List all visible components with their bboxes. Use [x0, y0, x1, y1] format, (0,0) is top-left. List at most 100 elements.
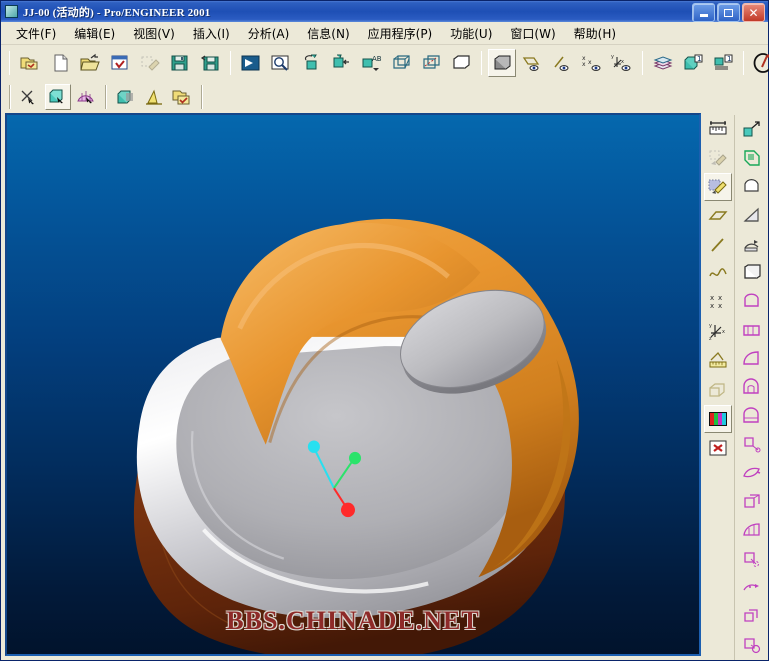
save-copy-icon[interactable] — [196, 49, 224, 77]
model-group: 1 1 — [648, 45, 738, 81]
toolbar-separator — [9, 51, 10, 75]
shading-icon[interactable] — [488, 49, 516, 77]
toolbar-separator — [230, 51, 231, 75]
protrusion-icon[interactable] — [738, 258, 766, 286]
menu-bar: 文件(F) 编辑(E) 视图(V) 插入(I) 分析(A) 信息(N) 应用程序… — [1, 22, 768, 45]
svg-text:x: x — [710, 294, 714, 302]
surface-flat-icon[interactable] — [738, 459, 766, 487]
menu-info[interactable]: 信息(N) — [298, 23, 358, 44]
datum-plane-icon[interactable] — [387, 49, 415, 77]
select-items-icon[interactable] — [17, 84, 43, 110]
view-group: AB — [236, 45, 476, 81]
select-geometry-icon[interactable] — [45, 84, 71, 110]
toolbar-separator — [201, 85, 203, 109]
folder-check-icon[interactable] — [169, 84, 195, 110]
measure-analysis-icon[interactable] — [704, 347, 732, 375]
datum-axis-icon[interactable] — [417, 49, 445, 77]
maximize-button[interactable] — [717, 3, 740, 22]
minimize-button[interactable] — [692, 3, 715, 22]
svg-text:y: y — [709, 323, 712, 329]
point-display-icon[interactable]: x x x — [578, 49, 606, 77]
select-group — [16, 81, 100, 113]
no-hidden-icon[interactable] — [447, 49, 475, 77]
surface-revolve-icon[interactable] — [738, 488, 766, 516]
saved-view-icon[interactable] — [327, 49, 355, 77]
toolbar-separator — [481, 51, 482, 75]
open-workdir-icon[interactable] — [16, 49, 44, 77]
window-controls: ✕ — [692, 3, 765, 22]
shell-icon[interactable] — [738, 345, 766, 373]
svg-text:y: y — [611, 54, 614, 60]
menu-file[interactable]: 文件(F) — [7, 23, 65, 44]
right-toolbars: x x x x y z x — [701, 113, 768, 660]
datum-csys-icon[interactable]: y z x — [704, 318, 732, 346]
menu-help[interactable]: 帮助(H) — [565, 23, 625, 44]
svg-text:1: 1 — [727, 55, 731, 63]
sweep-icon[interactable] — [738, 201, 766, 229]
simplified-rep-icon[interactable]: 1 — [679, 49, 707, 77]
measure-ruler-icon[interactable] — [704, 115, 732, 143]
repaint-icon[interactable] — [237, 49, 265, 77]
zoom-in-icon[interactable] — [267, 49, 295, 77]
datum-line-icon[interactable] — [704, 231, 732, 259]
axis-display-icon[interactable] — [548, 49, 576, 77]
menu-applications[interactable]: 应用程序(P) — [359, 23, 442, 44]
svg-text:x: x — [588, 59, 592, 66]
surface-blend-icon[interactable] — [738, 517, 766, 545]
title-bar: JJ-00 (活动的) - Pro/ENGINEER 2001 ✕ — [1, 1, 768, 22]
csys-display-icon[interactable]: y x — [608, 49, 636, 77]
menu-view[interactable]: 视图(V) — [124, 23, 184, 44]
annotate-pen-icon[interactable] — [750, 49, 769, 77]
svg-text:x: x — [621, 59, 624, 65]
revolve-icon[interactable] — [738, 172, 766, 200]
extrude-icon[interactable] — [738, 115, 766, 143]
document-icon — [5, 5, 18, 18]
surface-trim-icon[interactable] — [738, 545, 766, 573]
surface-extrude-icon[interactable] — [738, 431, 766, 459]
feature-group — [112, 81, 196, 113]
highlight-pen-icon[interactable] — [703, 173, 732, 201]
save-icon[interactable] — [166, 49, 194, 77]
datum-plane-create-icon[interactable] — [704, 202, 732, 230]
delete-red-x-icon[interactable] — [704, 434, 732, 462]
eraser-icon[interactable] — [704, 144, 732, 172]
open-file-icon[interactable] — [76, 49, 104, 77]
cut-feature-icon[interactable] — [738, 287, 766, 315]
new-file-icon[interactable] — [46, 49, 74, 77]
erase-icon[interactable] — [136, 49, 164, 77]
model-tree-icon[interactable]: 1 — [709, 49, 737, 77]
blend-icon[interactable] — [738, 230, 766, 258]
hole-icon[interactable] — [738, 316, 766, 344]
datum-point-icon[interactable]: x x x x — [704, 289, 732, 317]
svg-text:x: x — [710, 302, 714, 310]
file-group — [15, 45, 225, 81]
shaded-solid-icon[interactable] — [113, 84, 139, 110]
close-button[interactable]: ✕ — [742, 3, 765, 22]
reorient-icon[interactable] — [297, 49, 325, 77]
graphics-window[interactable]: BBS.CHINADE.NET — [5, 113, 701, 656]
menu-utilities[interactable]: 功能(U) — [441, 23, 501, 44]
svg-text:x: x — [718, 302, 722, 310]
select-surface-icon[interactable] — [73, 84, 99, 110]
round-icon[interactable] — [738, 373, 766, 401]
svg-text:1: 1 — [697, 55, 701, 63]
plane-display-icon[interactable] — [518, 49, 546, 77]
menu-insert[interactable]: 插入(I) — [184, 23, 239, 44]
menu-analysis[interactable]: 分析(A) — [239, 23, 299, 44]
named-view-ab-icon[interactable]: AB — [357, 49, 385, 77]
surface-offset-icon[interactable] — [738, 574, 766, 602]
menu-edit[interactable]: 编辑(E) — [65, 23, 124, 44]
sketch-icon[interactable] — [738, 144, 766, 172]
menu-window[interactable]: 窗口(W) — [501, 23, 564, 44]
datum-curve-icon[interactable] — [704, 260, 732, 288]
shaded-3d-part[interactable] — [7, 115, 699, 654]
color-appearance-icon[interactable] — [703, 405, 732, 433]
surface-merge-icon[interactable] — [738, 603, 766, 631]
surface-thicken-icon[interactable] — [738, 631, 766, 659]
chamfer-icon[interactable] — [738, 402, 766, 430]
window-select-icon[interactable] — [106, 49, 134, 77]
section-icon[interactable] — [704, 376, 732, 404]
layers-icon[interactable] — [649, 49, 677, 77]
draft-feature-icon[interactable] — [141, 84, 167, 110]
toolbar-separator — [9, 85, 11, 109]
